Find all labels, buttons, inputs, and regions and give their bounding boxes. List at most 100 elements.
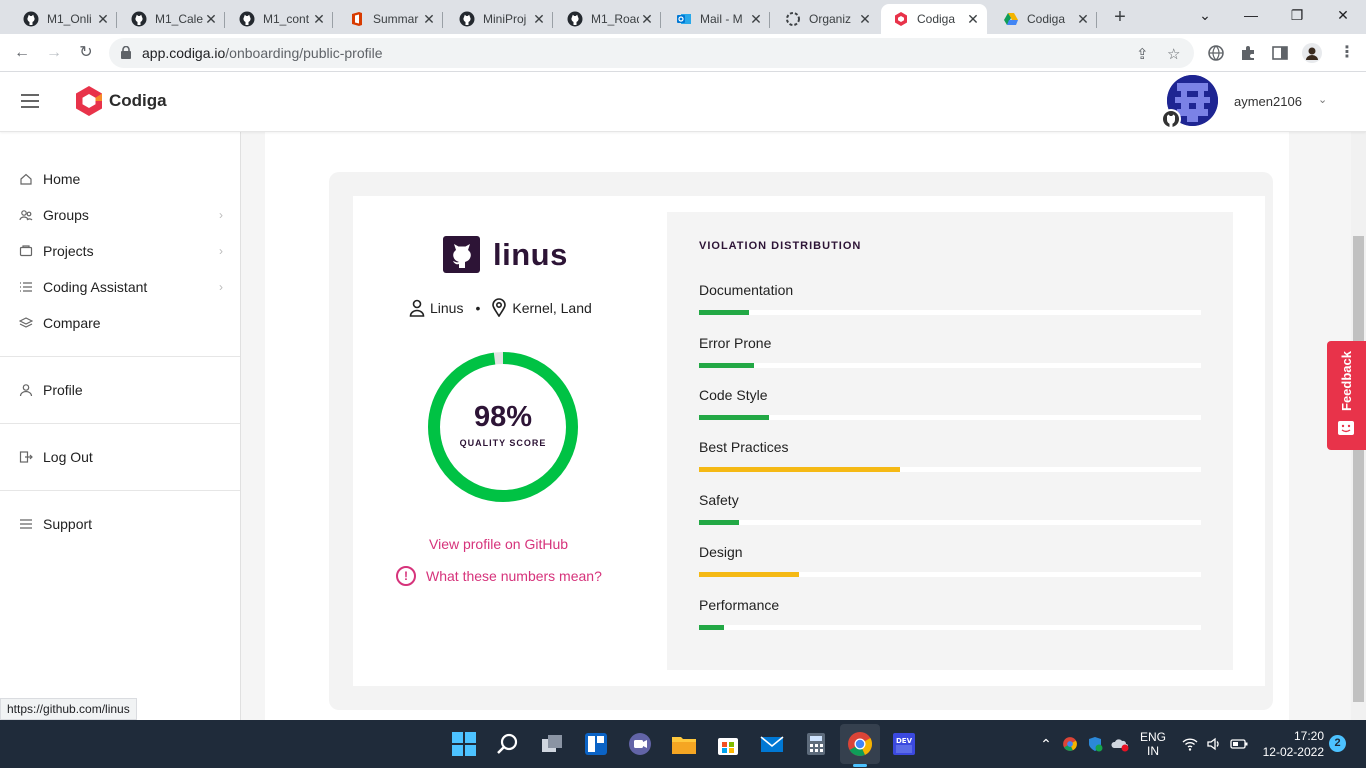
feedback-tab[interactable]: Feedback: [1327, 341, 1366, 450]
codiga-icon: [893, 11, 909, 27]
mail-icon[interactable]: [758, 730, 786, 758]
close-tab-icon[interactable]: ✕: [421, 11, 437, 28]
github-org-icon: [785, 11, 801, 27]
numbers-help-link[interactable]: ! What these numbers mean?: [396, 566, 602, 586]
browser-tab[interactable]: M1_Road ✕: [555, 4, 661, 34]
codiga-logo-icon: [76, 86, 102, 116]
close-tab-icon[interactable]: ✕: [748, 11, 764, 28]
sidebar-item-label: Home: [43, 171, 81, 187]
quality-score-label: QUALITY SCORE: [459, 438, 547, 448]
tab-title: M1_Onli: [47, 12, 92, 26]
violation-metric-label: Documentation: [699, 282, 794, 298]
violation-metric-label: Performance: [699, 597, 780, 613]
close-tab-icon[interactable]: ✕: [1075, 11, 1091, 28]
browser-tab[interactable]: M1_Cale ✕: [119, 4, 225, 34]
sidebar-item-projects[interactable]: Projects ›: [0, 237, 240, 265]
task-view-icon[interactable]: [538, 730, 566, 758]
codiga-logo[interactable]: Codiga: [74, 85, 167, 117]
sidebar-item-profile[interactable]: Profile: [0, 376, 240, 404]
browser-tab[interactable]: M1_cont ✕: [227, 4, 333, 34]
sidebar-item-coding-assistant[interactable]: Coding Assistant ›: [0, 273, 240, 301]
language-indicator[interactable]: ENG IN: [1138, 720, 1168, 768]
reload-button[interactable]: ↻: [73, 40, 99, 66]
search-icon[interactable]: [494, 730, 522, 758]
chrome-menu-icon[interactable]: ⋮: [1334, 40, 1360, 66]
forward-button[interactable]: →: [41, 40, 67, 66]
browser-tab[interactable]: Codiga ✕: [881, 4, 987, 34]
sidebar-item-label: Compare: [43, 315, 101, 331]
new-tab-button[interactable]: +: [1108, 6, 1132, 30]
sidebar-item-compare[interactable]: Compare: [0, 309, 240, 337]
close-tab-icon[interactable]: ✕: [95, 11, 111, 28]
sidebar-item-groups[interactable]: Groups ›: [0, 201, 240, 229]
outlook-icon: [676, 11, 692, 27]
github-icon: [459, 11, 475, 27]
violation-metric-label: Code Style: [699, 387, 768, 403]
extensions-puzzle-icon[interactable]: [1238, 43, 1258, 63]
github-icon: [23, 11, 39, 27]
dev-community-icon[interactable]: DEV: [890, 730, 918, 758]
violation-metric-track: [699, 572, 1201, 577]
violation-metric-bar: [699, 310, 750, 315]
view-github-link[interactable]: View profile on GitHub: [429, 536, 568, 552]
back-button[interactable]: ←: [9, 40, 35, 66]
profile-heading: linus: [443, 236, 568, 273]
scrollbar-thumb[interactable]: [1353, 236, 1364, 702]
sidebar-item-home[interactable]: Home: [0, 165, 240, 193]
close-tab-icon[interactable]: ✕: [531, 11, 547, 28]
widgets-icon[interactable]: [582, 730, 610, 758]
chrome-icon[interactable]: [846, 730, 874, 758]
browser-tab[interactable]: MiniProj ✕: [447, 4, 553, 34]
hamburger-menu-icon[interactable]: [21, 94, 39, 108]
violation-metric-label: Error Prone: [699, 335, 772, 351]
side-panel-icon[interactable]: [1270, 43, 1290, 63]
microsoft-store-icon[interactable]: [714, 730, 742, 758]
sidebar-item-support[interactable]: Support: [0, 510, 240, 538]
globe-extension-icon[interactable]: [1206, 43, 1226, 63]
close-tab-icon[interactable]: ✕: [203, 11, 219, 28]
content-column: linus Linus • Kernel, Land 98% QUALITY S…: [265, 132, 1289, 720]
violation-metric-track: [699, 467, 1201, 472]
address-bar[interactable]: app.codiga.io/onboarding/public-profile …: [109, 38, 1194, 68]
maximize-button[interactable]: ❐: [1274, 0, 1320, 30]
sidebar-item-log-out[interactable]: Log Out: [0, 443, 240, 471]
tab-title: Codiga: [1027, 12, 1066, 26]
tab-search-button[interactable]: ⌄: [1182, 0, 1228, 30]
windows-start-icon[interactable]: [450, 730, 478, 758]
browser-tab[interactable]: Organiz ✕: [773, 4, 879, 34]
browser-tab-strip: M1_Onli ✕ M1_Cale ✕ M1_cont ✕ Summar ✕ MiniProj ✕…: [0, 0, 1366, 34]
onedrive-error-icon[interactable]: [1111, 736, 1129, 752]
security-shield-icon[interactable]: [1087, 736, 1103, 752]
share-icon[interactable]: ⇪: [1136, 45, 1149, 63]
browser-tab[interactable]: Summar ✕: [337, 4, 443, 34]
calculator-icon[interactable]: [802, 730, 830, 758]
notification-badge[interactable]: 2: [1329, 735, 1346, 752]
profile-meta: Linus • Kernel, Land: [409, 298, 592, 317]
violation-metric: Best Practices: [699, 439, 1201, 472]
violation-metric: Design: [699, 544, 1201, 577]
close-tab-icon[interactable]: ✕: [857, 11, 873, 28]
bookmark-star-icon[interactable]: ☆: [1167, 45, 1180, 63]
header-username[interactable]: aymen2106: [1234, 94, 1302, 109]
volume-icon[interactable]: [1206, 736, 1222, 752]
teams-chat-icon[interactable]: [626, 730, 654, 758]
close-tab-icon[interactable]: ✕: [311, 11, 327, 28]
tray-chrome-icon[interactable]: [1062, 736, 1078, 752]
projects-icon: [19, 244, 33, 258]
close-tab-icon[interactable]: ✕: [639, 11, 655, 28]
clock[interactable]: 17:20 12-02-2022: [1260, 720, 1324, 768]
minimize-button[interactable]: —: [1228, 0, 1274, 30]
profile-avatar-icon[interactable]: [1302, 43, 1322, 63]
close-window-button[interactable]: ✕: [1320, 0, 1366, 30]
chevron-down-icon[interactable]: ⌄: [1318, 93, 1327, 106]
browser-tab[interactable]: Mail - M ✕: [664, 4, 770, 34]
close-tab-icon[interactable]: ✕: [965, 11, 981, 28]
browser-tab[interactable]: M1_Onli ✕: [11, 4, 117, 34]
user-icon: [19, 383, 33, 397]
wifi-icon[interactable]: [1182, 736, 1198, 752]
file-explorer-icon[interactable]: [670, 730, 698, 758]
tab-title: Mail - M: [700, 12, 743, 26]
battery-icon[interactable]: [1230, 737, 1248, 751]
browser-tab[interactable]: Codiga ✕: [991, 4, 1097, 34]
tray-overflow-chevron-icon[interactable]: ⌃: [1038, 720, 1054, 768]
